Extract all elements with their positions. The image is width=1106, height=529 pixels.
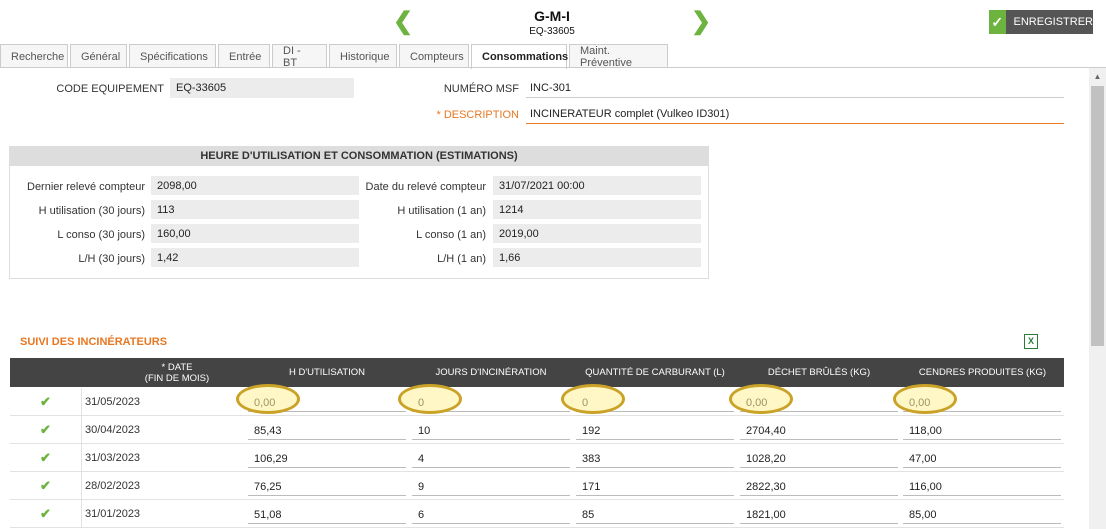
dechets-cell[interactable]: 2704,40	[740, 422, 898, 440]
date-releve-label: Date du relevé compteur	[365, 181, 486, 193]
header-h-utilisation[interactable]: H D'UTILISATION	[245, 358, 409, 387]
scrollbar-thumb[interactable]	[1091, 86, 1104, 346]
h-utilisation-cell[interactable]: 0,00	[248, 394, 406, 412]
description-label: * DESCRIPTION	[400, 109, 519, 121]
l-conso-1an-label: L conso (1 an)	[416, 229, 486, 241]
h-utilisation-cell[interactable]: 51,08	[248, 506, 406, 524]
vertical-scrollbar[interactable]: ▲	[1089, 68, 1106, 529]
header-jours-incineration[interactable]: JOURS D'INCINÉRATION	[409, 358, 573, 387]
h-utilisation-cell[interactable]: 76,25	[248, 478, 406, 496]
suivi-table-header: * DATE (FIN DE MOIS) H D'UTILISATION JOU…	[10, 358, 1064, 387]
tab-bar: Recherche Général Spécifications Entrée …	[0, 44, 670, 69]
row-check-icon[interactable]: ✔	[10, 500, 82, 528]
excel-export-icon[interactable]: X	[1024, 334, 1038, 349]
row-check-icon[interactable]: ✔	[10, 444, 82, 472]
header-quantite-carburant[interactable]: QUANTITÉ DE CARBURANT (L)	[573, 358, 737, 387]
table-row: ✔ 31/03/2023 106,29 4 383 1028,20 47,00	[10, 444, 1064, 472]
checkmark-icon: ✓	[989, 10, 1006, 34]
lh-30-label: L/H (30 jours)	[78, 253, 145, 265]
h-utilisation-1an-label: H utilisation (1 an)	[397, 205, 486, 217]
l-conso-1an-value: 2019,00	[493, 224, 701, 243]
required-star: *	[436, 109, 444, 121]
cendres-cell[interactable]: 85,00	[903, 506, 1061, 524]
tab-historique[interactable]: Historique	[329, 44, 397, 68]
date-cell[interactable]: 31/01/2023	[85, 508, 140, 520]
code-equipement-label: CODE EQUIPEMENT	[56, 83, 164, 95]
row-check-icon[interactable]: ✔	[10, 472, 82, 500]
tab-recherche[interactable]: Recherche	[0, 44, 68, 68]
row-check-icon[interactable]: ✔	[10, 416, 82, 444]
dernier-releve-label: Dernier relevé compteur	[27, 181, 145, 193]
tab-compteurs[interactable]: Compteurs	[399, 44, 469, 68]
row-check-icon[interactable]: ✔	[10, 388, 82, 416]
header-date[interactable]: * DATE (FIN DE MOIS)	[82, 358, 272, 387]
tab-entree[interactable]: Entrée	[218, 44, 270, 68]
tabs-divider	[0, 67, 1106, 68]
jours-incineration-cell[interactable]: 6	[412, 506, 570, 524]
cendres-cell[interactable]: 116,00	[903, 478, 1061, 496]
page-title: G-M-I	[534, 8, 570, 24]
suivi-title: SUIVI DES INCINÉRATEURS	[20, 336, 168, 348]
tab-consommations[interactable]: Consommations	[471, 44, 568, 69]
jours-incineration-cell[interactable]: 0	[412, 394, 570, 412]
tab-general[interactable]: Général	[70, 44, 127, 68]
l-conso-30-label: L conso (30 jours)	[57, 229, 145, 241]
cendres-cell[interactable]: 118,00	[903, 422, 1061, 440]
carburant-cell[interactable]: 192	[576, 422, 734, 440]
app-root: ❮ G-M-I EQ-33605 ❯ ✓ ENREGISTRER Recherc…	[0, 0, 1106, 529]
h-utilisation-30-label: H utilisation (30 jours)	[38, 205, 145, 217]
h-utilisation-1an-value: 1214	[493, 200, 701, 219]
page-subtitle: EQ-33605	[529, 26, 575, 37]
previous-arrow-icon[interactable]: ❮	[393, 10, 413, 34]
carburant-cell[interactable]: 0	[576, 394, 734, 412]
jours-incineration-cell[interactable]: 4	[412, 450, 570, 468]
next-arrow-icon[interactable]: ❯	[691, 10, 711, 34]
h-utilisation-cell[interactable]: 85,43	[248, 422, 406, 440]
jours-incineration-cell[interactable]: 9	[412, 478, 570, 496]
date-cell[interactable]: 31/05/2023	[85, 396, 140, 408]
table-row: ✔ 31/01/2023 51,08 6 85 1821,00 85,00	[10, 500, 1064, 528]
l-conso-30-value: 160,00	[151, 224, 359, 243]
cendres-cell[interactable]: 47,00	[903, 450, 1061, 468]
date-cell[interactable]: 30/04/2023	[85, 424, 140, 436]
numero-msf-label: NUMÉRO MSF	[443, 83, 519, 95]
numero-msf-field[interactable]: INC-301	[526, 78, 1064, 98]
h-utilisation-30-value: 113	[151, 200, 359, 219]
date-cell[interactable]: 31/03/2023	[85, 452, 140, 464]
description-field[interactable]: INCINERATEUR complet (Vulkeo ID301)	[526, 104, 1064, 124]
header-dechets-brules[interactable]: DÉCHET BRÛLÉS (KG)	[737, 358, 901, 387]
tab-specifications[interactable]: Spécifications	[129, 44, 216, 68]
dechets-cell[interactable]: 1028,20	[740, 450, 898, 468]
tab-maint-preventive[interactable]: Maint. Préventive	[569, 44, 668, 69]
save-button[interactable]: ✓ ENREGISTRER	[989, 10, 1093, 34]
tab-di-bt[interactable]: DI - BT	[272, 44, 327, 69]
cendres-cell[interactable]: 0,00	[903, 394, 1061, 412]
lh-1an-label: L/H (1 an)	[437, 253, 486, 265]
table-row: ✔ 31/05/2023 0,00 0 0 0,00 0,00	[10, 388, 1064, 416]
description-label-text: DESCRIPTION	[443, 109, 519, 121]
date-cell[interactable]: 28/02/2023	[85, 480, 140, 492]
dernier-releve-value: 2098,00	[151, 176, 359, 195]
h-utilisation-cell[interactable]: 106,29	[248, 450, 406, 468]
estimations-panel: HEURE D'UTILISATION ET CONSOMMATION (EST…	[9, 146, 709, 279]
date-releve-value: 31/07/2021 00:00	[493, 176, 701, 195]
table-row: ✔ 30/04/2023 85,43 10 192 2704,40 118,00	[10, 416, 1064, 444]
dechets-cell[interactable]: 2822,30	[740, 478, 898, 496]
save-button-label: ENREGISTRER	[1013, 16, 1093, 28]
carburant-cell[interactable]: 85	[576, 506, 734, 524]
dechets-cell[interactable]: 1821,00	[740, 506, 898, 524]
lh-30-value: 1,42	[151, 248, 359, 267]
table-row: ✔ 28/02/2023 76,25 9 171 2822,30 116,00	[10, 472, 1064, 500]
scroll-up-icon[interactable]: ▲	[1089, 68, 1106, 85]
lh-1an-value: 1,66	[493, 248, 701, 267]
estimations-title: HEURE D'UTILISATION ET CONSOMMATION (EST…	[10, 147, 708, 166]
carburant-cell[interactable]: 171	[576, 478, 734, 496]
dechets-cell[interactable]: 0,00	[740, 394, 898, 412]
jours-incineration-cell[interactable]: 10	[412, 422, 570, 440]
carburant-cell[interactable]: 383	[576, 450, 734, 468]
header-cendres-produites[interactable]: CENDRES PRODUITES (KG)	[901, 358, 1064, 387]
code-equipement-field[interactable]: EQ-33605	[170, 78, 354, 98]
